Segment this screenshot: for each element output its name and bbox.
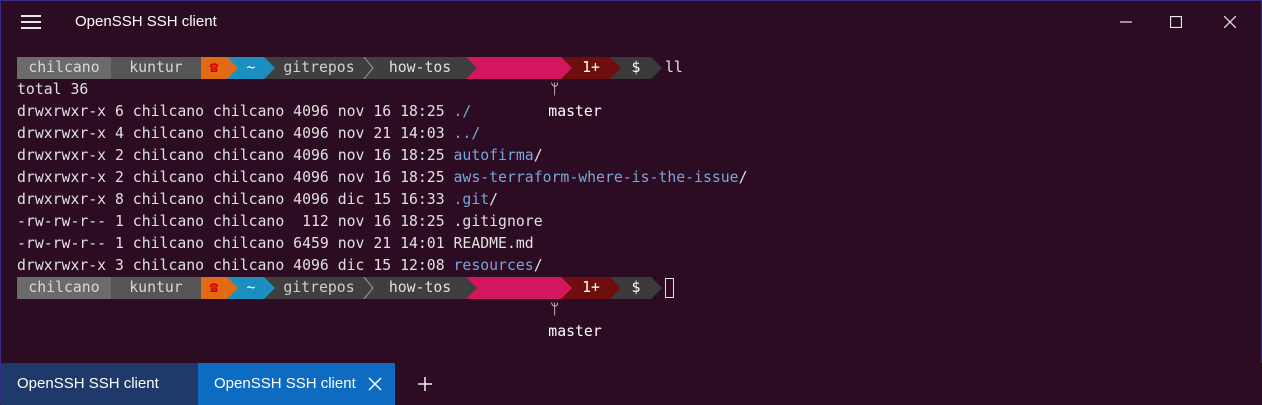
listing-total: total 36: [17, 81, 89, 98]
prompt-symbol: $: [621, 57, 651, 79]
segment-arrow: [561, 277, 572, 299]
listing-row: drwxrwxr-x 8 chilcano chilcano 4096 dic …: [17, 191, 499, 208]
prompt-home: ~: [238, 57, 264, 79]
hamburger-icon[interactable]: [21, 15, 41, 29]
text-cursor: [665, 278, 674, 298]
path-separator: [363, 277, 374, 299]
terminal-window: OpenSSH SSH client chilcano kuntur ☎ ~ g…: [0, 0, 1262, 405]
tab-inactive[interactable]: OpenSSH SSH client: [1, 363, 198, 405]
git-branch-icon: ᛘ: [550, 81, 560, 98]
segment-arrow: [561, 57, 572, 79]
phone-icon: ☎: [201, 277, 227, 299]
prompt-path-how-tos: how-tos: [374, 57, 466, 79]
segment-arrow: [227, 57, 238, 79]
prompt-user: chilcano: [17, 57, 111, 79]
title-bar: OpenSSH SSH client: [1, 1, 1261, 43]
tab-bar: OpenSSH SSH client OpenSSH SSH client: [1, 363, 1262, 405]
minimize-button[interactable]: [1101, 1, 1151, 43]
path-separator: [363, 57, 374, 79]
prompt-path-gitrepos: gitrepos: [275, 57, 363, 79]
segment-arrow: [466, 277, 477, 299]
listing-row: -rw-rw-r-- 1 chilcano chilcano 112 nov 1…: [17, 213, 543, 230]
prompt-host: kuntur: [111, 57, 201, 79]
prompt-home: ~: [238, 277, 264, 299]
tab-label: OpenSSH SSH client: [214, 375, 356, 392]
window-title: OpenSSH SSH client: [75, 13, 217, 30]
prompt-branch: master: [548, 323, 602, 340]
segment-arrow: [651, 277, 662, 299]
prompt-branch: master: [548, 103, 602, 120]
maximize-icon: [1170, 16, 1182, 28]
prompt-path-gitrepos: gitrepos: [275, 277, 363, 299]
segment-arrow: [610, 57, 621, 79]
prompt-branch-segment: ᛘ master: [477, 277, 602, 340]
minimize-icon: [1120, 21, 1132, 23]
listing-row: drwxrwxr-x 6 chilcano chilcano 4096 nov …: [17, 103, 472, 120]
tab-active[interactable]: OpenSSH SSH client: [198, 363, 395, 405]
segment-arrow: [227, 277, 238, 299]
listing-row: drwxrwxr-x 2 chilcano chilcano 4096 nov …: [17, 147, 543, 164]
close-icon[interactable]: [367, 376, 383, 392]
listing-row: drwxrwxr-x 4 chilcano chilcano 4096 nov …: [17, 125, 481, 142]
prompt-changes: 1+: [572, 57, 610, 79]
prompt-changes: 1+: [572, 277, 610, 299]
segment-arrow: [610, 277, 621, 299]
prompt-symbol: $: [621, 277, 651, 299]
prompt-host: kuntur: [111, 277, 201, 299]
segment-arrow: [466, 57, 477, 79]
listing-row: drwxrwxr-x 2 chilcano chilcano 4096 nov …: [17, 169, 748, 186]
close-button[interactable]: [1205, 1, 1255, 43]
close-icon: [1224, 16, 1236, 28]
segment-arrow: [651, 57, 662, 79]
prompt-branch-segment: ᛘ master: [477, 57, 602, 120]
prompt-user: chilcano: [17, 277, 111, 299]
terminal-output[interactable]: chilcano kuntur ☎ ~ gitrepos how-tos ᛘ m…: [17, 57, 1261, 340]
command-text: ll: [665, 59, 683, 76]
segment-arrow: [264, 277, 275, 299]
prompt-path-how-tos: how-tos: [374, 277, 466, 299]
phone-icon: ☎: [201, 57, 227, 79]
git-branch-icon: ᛘ: [550, 301, 560, 318]
plus-icon[interactable]: [416, 375, 434, 393]
maximize-button[interactable]: [1151, 1, 1201, 43]
listing-row: -rw-rw-r-- 1 chilcano chilcano 6459 nov …: [17, 235, 534, 252]
listing-row: drwxrwxr-x 3 chilcano chilcano 4096 dic …: [17, 257, 543, 274]
segment-arrow: [264, 57, 275, 79]
tab-label: OpenSSH SSH client: [17, 375, 159, 392]
